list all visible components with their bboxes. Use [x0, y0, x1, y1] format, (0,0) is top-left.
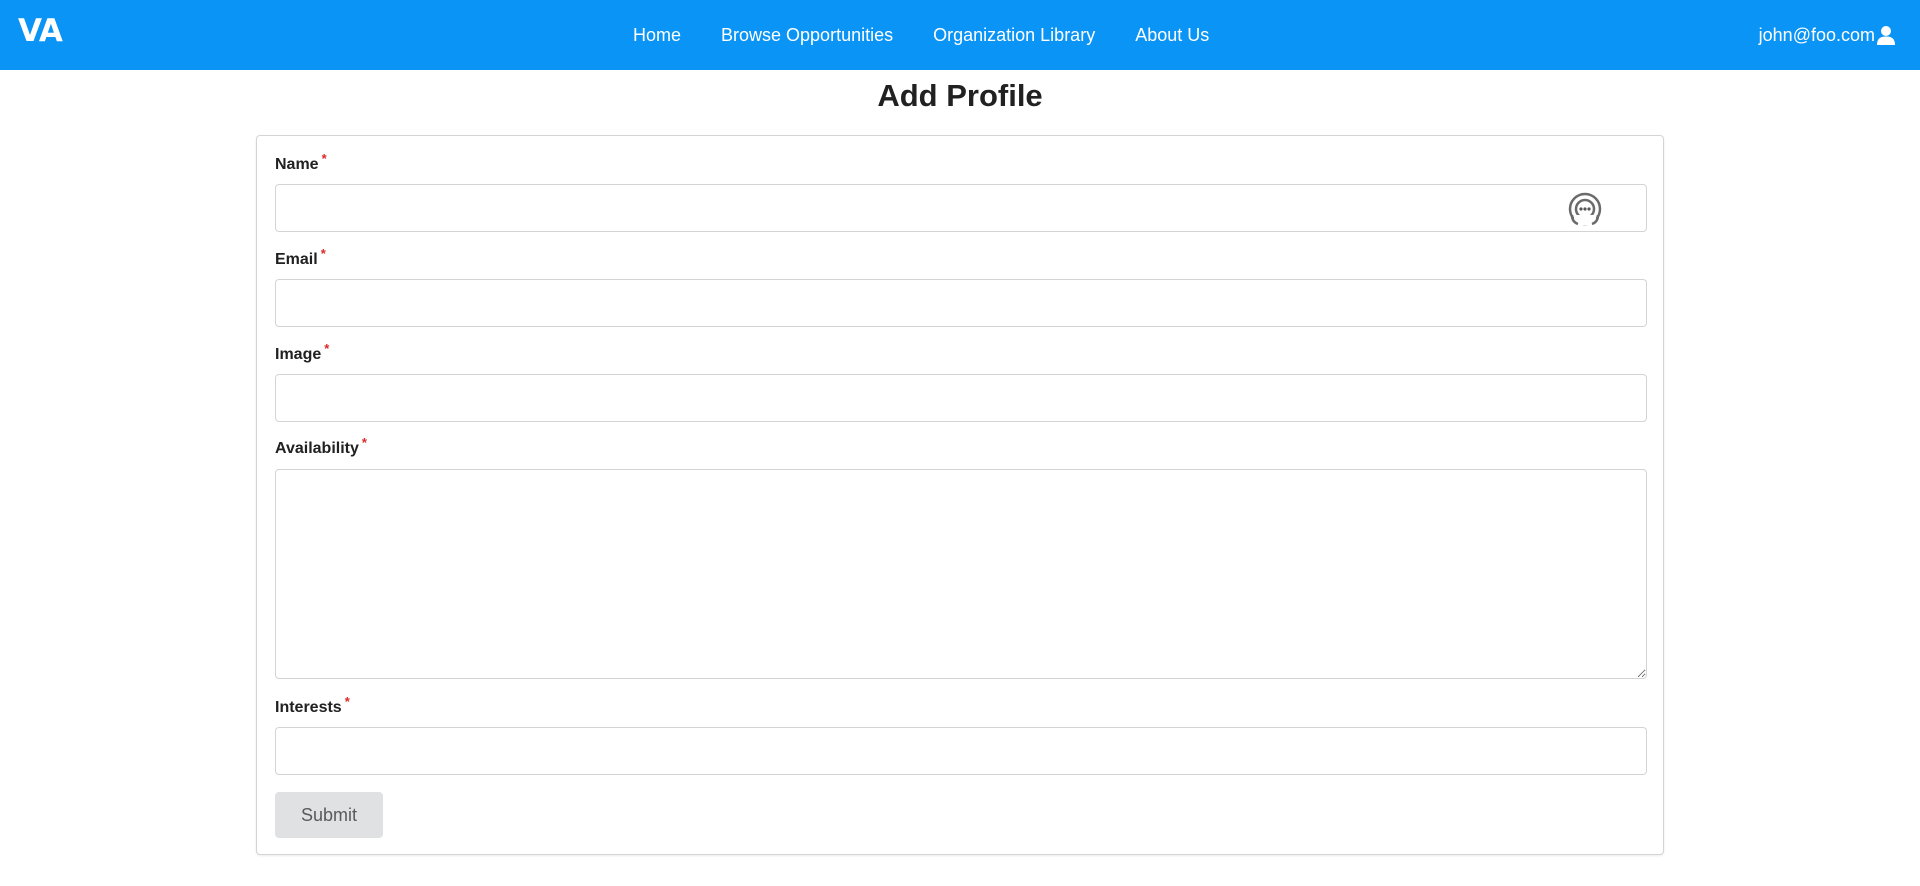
page-title: Add Profile [877, 78, 1043, 113]
nav-link-home[interactable]: Home [633, 25, 681, 46]
image-label-text: Image [275, 346, 322, 363]
required-marker: * [324, 341, 330, 356]
name-input[interactable] [275, 184, 1647, 232]
required-marker: * [320, 246, 326, 261]
user-email: john@foo.com [1758, 24, 1875, 45]
nav-link-organization-library[interactable]: Organization Library [933, 25, 1095, 46]
email-label: Email * [275, 246, 326, 269]
required-marker: * [321, 151, 327, 166]
availability-label-text: Availability [275, 440, 359, 457]
required-marker: * [361, 435, 367, 450]
brand-logo[interactable]: VA [18, 13, 63, 49]
image-label: Image * [275, 341, 329, 364]
name-label: Name * [275, 151, 327, 174]
availability-label: Availability * [275, 435, 367, 458]
email-input[interactable] [275, 279, 1647, 327]
email-label-text: Email [275, 251, 318, 268]
user-menu[interactable]: john@foo.com [1759, 0, 1896, 70]
name-label-text: Name [275, 156, 319, 173]
nav-link-about-us[interactable]: About Us [1135, 25, 1209, 46]
interests-label: Interests * [275, 694, 350, 717]
required-marker: * [344, 694, 350, 709]
nav-link-browse-opportunities[interactable]: Browse Opportunities [721, 25, 893, 46]
availability-textarea[interactable] [275, 469, 1647, 679]
interests-label-text: Interests [275, 699, 342, 716]
add-profile-form: Name * Email * Image * Availability * Intere… [256, 135, 1664, 855]
image-input[interactable] [275, 374, 1647, 422]
nav-links: Home Browse Opportunities Organization L… [613, 0, 1229, 70]
chat-bubble-icon[interactable] [1567, 191, 1603, 227]
interests-input[interactable] [275, 727, 1647, 775]
top-navbar: VA Home Browse Opportunities Organizatio… [0, 0, 1920, 70]
user-icon [1876, 25, 1896, 45]
submit-button[interactable]: Submit [275, 792, 383, 838]
